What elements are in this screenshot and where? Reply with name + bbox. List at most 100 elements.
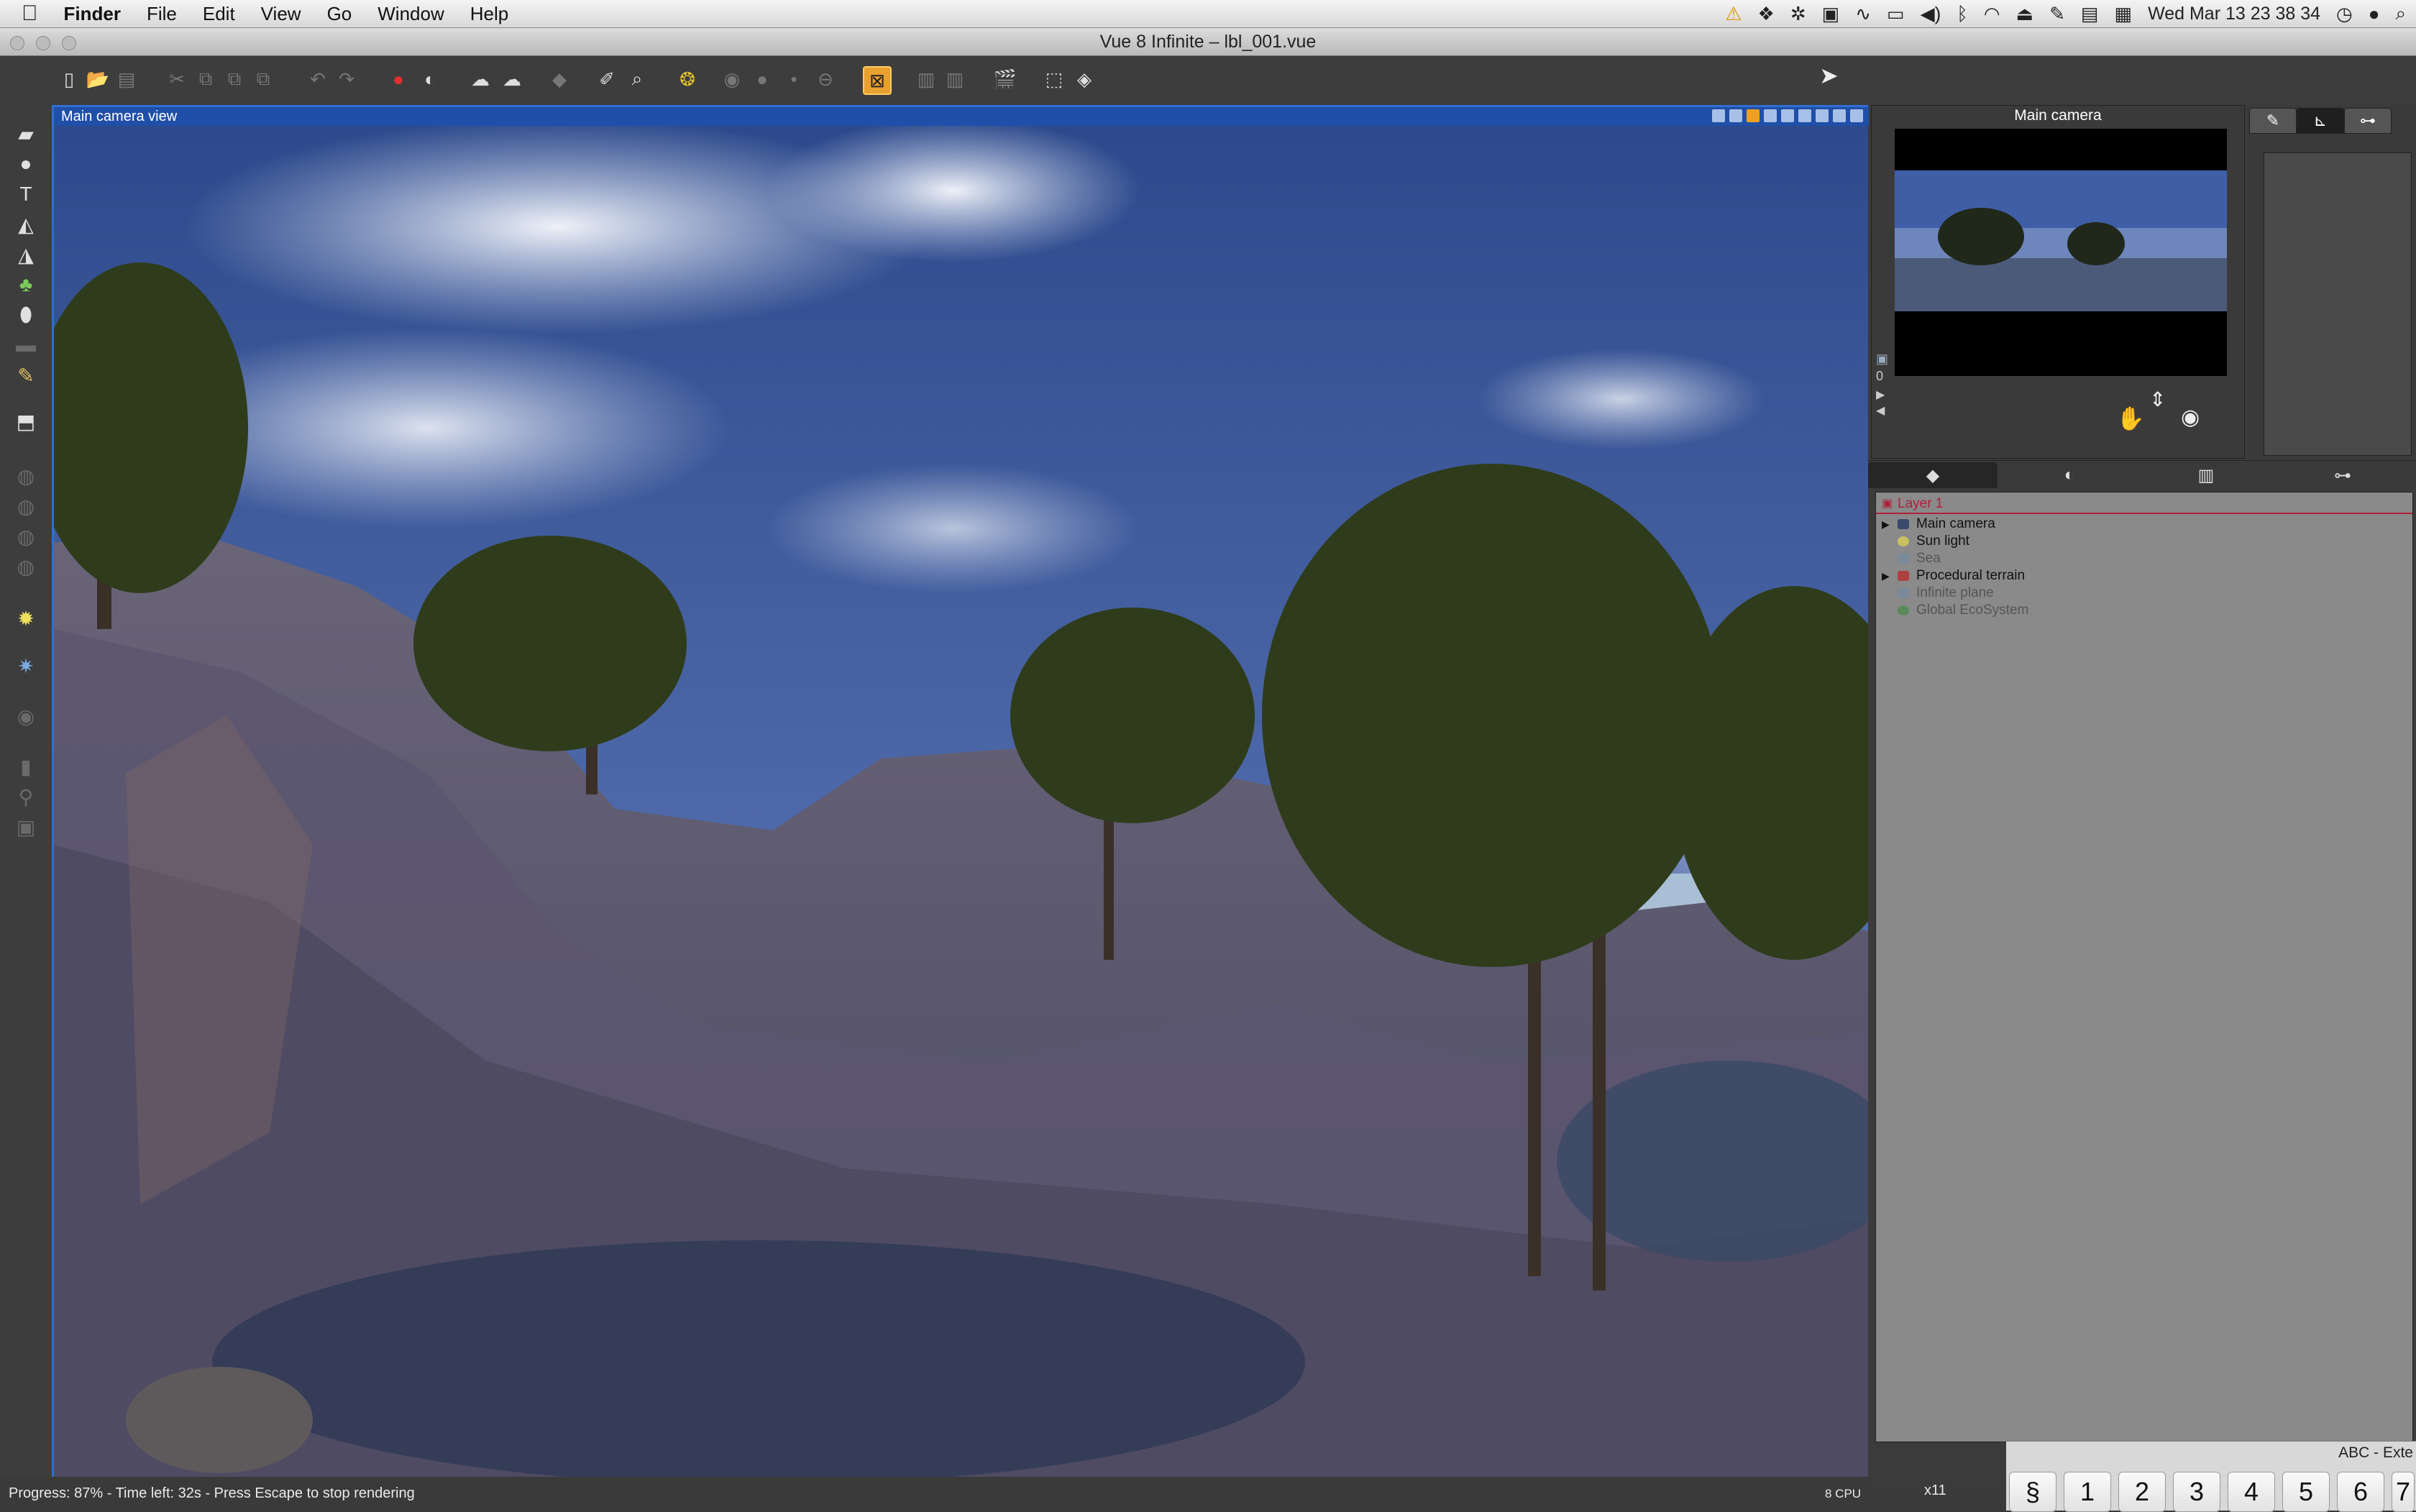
bluetooth-icon[interactable]: ᛒ bbox=[1957, 3, 1968, 25]
group-tool-icon[interactable]: ◍ bbox=[12, 552, 40, 581]
minimize-window-button[interactable] bbox=[36, 36, 50, 50]
camera-preview[interactable] bbox=[1895, 129, 2227, 376]
display-icon[interactable]: ▭ bbox=[1887, 3, 1905, 25]
cube-tool-icon[interactable]: ▰ bbox=[12, 119, 40, 148]
dot-icon[interactable]: • bbox=[781, 66, 807, 92]
viewport-dot-icon[interactable] bbox=[1764, 109, 1777, 122]
plant-tool-icon[interactable]: ♣ bbox=[12, 270, 40, 299]
eject-icon[interactable]: ⏏ bbox=[2016, 3, 2034, 25]
tab-library-icon[interactable]: ▥ bbox=[2141, 462, 2271, 488]
expand-arrow-icon[interactable]: ▶ bbox=[1882, 567, 1890, 585]
object-row-sea[interactable]: Sea bbox=[1876, 550, 2412, 567]
copy-icon[interactable]: ⧉ bbox=[193, 66, 219, 92]
object-properties-icon[interactable]: ◆ bbox=[546, 66, 572, 92]
object-row-procedural-terrain[interactable]: ▶ Procedural terrain bbox=[1876, 567, 2412, 585]
layer-row[interactable]: ▣ Layer 1 bbox=[1876, 495, 2412, 514]
pen-tool-icon[interactable]: ✎ bbox=[12, 361, 40, 390]
orbit-eye-icon[interactable]: ◉ bbox=[2181, 405, 2200, 430]
tab-links-icon[interactable]: ⊶ bbox=[2344, 108, 2392, 134]
viewport-zoom-icon[interactable] bbox=[1781, 109, 1794, 122]
menu-go[interactable]: Go bbox=[314, 3, 365, 25]
viewport-arrows-icon[interactable] bbox=[1816, 109, 1829, 122]
camera-next-icon[interactable]: ▶ bbox=[1876, 388, 1885, 402]
boolean-icon[interactable]: ◍ bbox=[12, 462, 40, 490]
menu-view[interactable]: View bbox=[248, 3, 314, 25]
material-editor-icon[interactable]: ✐ bbox=[594, 66, 620, 92]
activity-icon[interactable]: ∿ bbox=[1855, 3, 1871, 25]
undo-icon[interactable]: ↶ bbox=[305, 66, 331, 92]
menu-help[interactable]: Help bbox=[457, 3, 521, 25]
pen-icon[interactable]: ✎ bbox=[2049, 3, 2065, 25]
object-row-infinite-plane[interactable]: Infinite plane bbox=[1876, 585, 2412, 602]
key-7[interactable]: 7 bbox=[2392, 1472, 2415, 1512]
tab-materials-icon[interactable]: ◐ bbox=[2005, 462, 2134, 488]
camera-prev-icon[interactable]: ◀ bbox=[1876, 403, 1885, 418]
camera-store-icon[interactable]: ▣ bbox=[1876, 352, 1888, 367]
clapper-icon[interactable]: 🎬 bbox=[992, 66, 1018, 92]
metablob-icon[interactable]: ◍ bbox=[12, 492, 40, 521]
dolly-icon[interactable]: ⇕ bbox=[2149, 388, 2166, 411]
key-section[interactable]: § bbox=[2009, 1472, 2056, 1512]
object-row-main-camera[interactable]: ▶ Main camera bbox=[1876, 516, 2412, 533]
menu-edit[interactable]: Edit bbox=[190, 3, 248, 25]
apple-menu-icon[interactable]:  bbox=[0, 1, 51, 26]
film-strip-2-icon[interactable]: ▥ bbox=[942, 66, 968, 92]
menu-file[interactable]: File bbox=[134, 3, 190, 25]
render-area-icon[interactable]: ◐ bbox=[417, 66, 443, 92]
zoom-window-button[interactable] bbox=[62, 36, 76, 50]
expand-arrow-icon[interactable]: ▶ bbox=[1882, 516, 1890, 533]
object-row-sun-light[interactable]: Sun light bbox=[1876, 533, 2412, 550]
menu-clock[interactable]: Wed Mar 13 23 38 34 bbox=[2148, 4, 2320, 24]
key-3[interactable]: 3 bbox=[2173, 1472, 2220, 1512]
color-balls-icon[interactable]: ❂ bbox=[674, 66, 700, 92]
key-5[interactable]: 5 bbox=[2282, 1472, 2330, 1512]
cut-icon[interactable]: ✂ bbox=[164, 66, 190, 92]
library-icon[interactable]: ▮ bbox=[12, 752, 40, 781]
viewport-render-quality-icon[interactable] bbox=[1747, 109, 1760, 122]
pan-hand-icon[interactable]: ✋ bbox=[2116, 405, 2145, 432]
menu-window[interactable]: Window bbox=[365, 3, 457, 25]
open-file-icon[interactable]: 📂 bbox=[85, 66, 111, 92]
sphere-tool-icon[interactable]: ● bbox=[12, 150, 40, 178]
extra-tool-icon[interactable]: ▣ bbox=[12, 812, 40, 841]
hypertexture-icon[interactable]: ◍ bbox=[12, 522, 40, 551]
text-tool-icon[interactable]: T bbox=[12, 180, 40, 209]
minus-icon[interactable]: ⊖ bbox=[813, 66, 838, 92]
tab-size-icon[interactable]: ⊾ bbox=[2297, 108, 2344, 134]
select-box-icon[interactable]: ⬚ bbox=[1041, 66, 1067, 92]
tab-paint-icon[interactable]: ✎ bbox=[2249, 108, 2297, 134]
plane-tool-icon[interactable]: ▬ bbox=[12, 331, 40, 359]
atmosphere-editor-icon[interactable]: ☁ bbox=[467, 66, 493, 92]
viewport-target-icon[interactable] bbox=[1833, 109, 1846, 122]
tab-objects-icon[interactable]: ◆ bbox=[1868, 462, 1998, 488]
time-machine-icon[interactable]: ◷ bbox=[2336, 3, 2353, 25]
wifi-icon[interactable]: ◠ bbox=[1984, 3, 2000, 25]
object-row-global-ecosystem[interactable]: Global EcoSystem bbox=[1876, 602, 2412, 619]
user-icon[interactable]: ● bbox=[2369, 3, 2380, 25]
zoom-to-fit-icon[interactable]: ⌕ bbox=[624, 66, 650, 92]
viewport-pan-icon[interactable] bbox=[1798, 109, 1811, 122]
viewport-display-icon[interactable] bbox=[1729, 109, 1742, 122]
main-camera-viewport[interactable]: Main camera view bbox=[52, 105, 1871, 1481]
camera-capture-icon[interactable]: ◈ bbox=[1071, 66, 1097, 92]
figure-icon[interactable]: ⚲ bbox=[12, 782, 40, 811]
key-2[interactable]: 2 bbox=[2118, 1472, 2166, 1512]
render-icon[interactable]: ● bbox=[385, 66, 411, 92]
film-strip-icon[interactable]: ▥ bbox=[913, 66, 939, 92]
rock-tool-icon[interactable]: ⬮ bbox=[12, 301, 40, 329]
input-icon[interactable]: ▣ bbox=[1822, 3, 1840, 25]
point-light-icon[interactable]: ◉ bbox=[12, 702, 40, 730]
viewport-maximize-icon[interactable] bbox=[1850, 109, 1863, 122]
import-object-icon[interactable]: ⬒ bbox=[12, 407, 40, 436]
calendar-icon[interactable]: ▦ bbox=[2114, 3, 2132, 25]
camera-tool-icon[interactable]: ✷ bbox=[12, 651, 40, 680]
paste-icon[interactable]: ⧉ bbox=[221, 66, 247, 92]
close-window-button[interactable] bbox=[10, 36, 24, 50]
warning-icon[interactable]: ⚠ bbox=[1725, 3, 1742, 25]
key-1[interactable]: 1 bbox=[2064, 1472, 2111, 1512]
dropbox-icon[interactable]: ❖ bbox=[1758, 3, 1775, 25]
network-icon[interactable]: ✲ bbox=[1790, 3, 1806, 25]
key-6[interactable]: 6 bbox=[2337, 1472, 2384, 1512]
viewport-camera-icon[interactable] bbox=[1712, 109, 1725, 122]
keyboard-layout-icon[interactable]: ▤ bbox=[2081, 3, 2099, 25]
